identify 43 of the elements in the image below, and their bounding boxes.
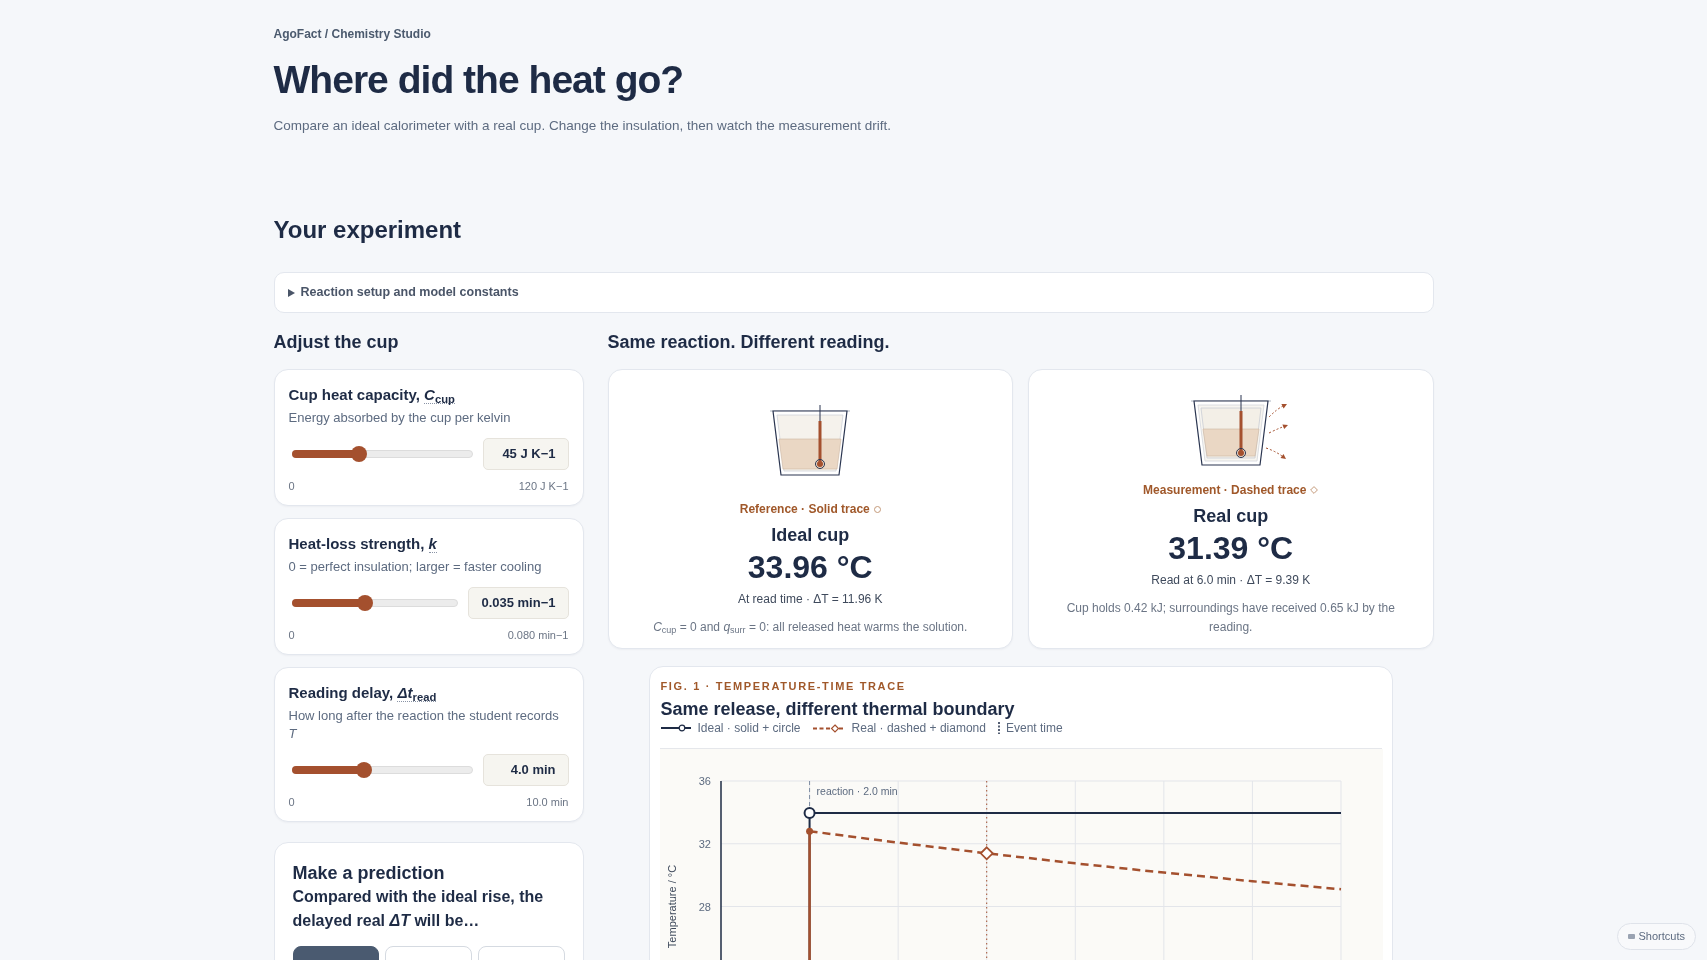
- y-tick-label: 36: [698, 775, 711, 787]
- reading-note: C$_{cup}$ = 0 and q$_{surr}$ = 0: all released heat warms the solution.: [653, 619, 968, 637]
- range-max-label: 0.080 min−1: [507, 628, 569, 642]
- control-title: Cup heat capacity, C$_{cup}$: [288, 385, 456, 405]
- reading-note: Cup holds 0.42 kJ; surroundings have received 0.65 kJ by the reading.: [1065, 600, 1396, 636]
- y-tick-label: 32: [698, 837, 711, 850]
- page-subtitle: Compare an ideal calorimeter with a real cup. Change the insulation, then watch the measurement drift.: [273, 117, 893, 135]
- trace-tag: Measurement · Dashed trace: [1143, 482, 1307, 498]
- control-title: Heat-loss strength, k: [288, 534, 438, 554]
- cup-title: Ideal cup: [771, 524, 850, 546]
- range-min-label: 0: [288, 795, 295, 809]
- page-title: Where did the heat go?: [273, 58, 685, 102]
- prediction-question: Compared with the ideal rise, the delayed real ΔT will be…: [292, 887, 545, 931]
- range-max-label: 120 J K−1: [518, 479, 569, 493]
- value-readout: 0.035 min−1: [468, 587, 569, 619]
- control-title: Reading delay, Δt$_{read}$: [288, 683, 438, 703]
- y-axis-label: Temperature / °C: [665, 864, 678, 949]
- section-title: Your experiment: [273, 215, 463, 245]
- reading-detail: At read time · ΔT = 11.96 K: [737, 591, 883, 607]
- control-description: 0 = perfect insulation; larger = faster cooling: [288, 558, 543, 576]
- legend-label: Event time: [1005, 720, 1063, 736]
- y-tick-label: 28: [698, 900, 711, 913]
- reading-detail: Read at 6.0 min · ΔT = 9.39 K: [1151, 572, 1311, 588]
- range-min-label: 0: [288, 479, 295, 493]
- legend-label: Ideal · solid + circle: [697, 720, 801, 736]
- figure-title: Same release, different thermal boundary: [660, 698, 1016, 720]
- figure-caption: FIG. 1 · TEMPERATURE-TIME TRACE: [660, 679, 907, 693]
- prediction-title: Make a prediction: [292, 862, 446, 885]
- legend-label: Real · dashed + diamond: [851, 720, 986, 736]
- readings-heading: Same reaction. Different reading.: [607, 331, 891, 354]
- cup-title: Real cup: [1193, 505, 1269, 527]
- control-description: How long after the reaction the student records T: [288, 707, 560, 743]
- range-min-label: 0: [288, 628, 295, 642]
- controls-heading: Adjust the cup: [273, 331, 400, 354]
- range-max-label: 10.0 min: [526, 795, 569, 809]
- temperature-reading: 33.96 °C: [747, 549, 873, 585]
- trace-tag: Reference · Solid trace: [739, 501, 870, 517]
- temperature-reading: 31.39 °C: [1168, 530, 1294, 566]
- value-readout: 45 J K−1: [482, 438, 569, 470]
- breadcrumb: AgoFact / Chemistry Studio: [273, 26, 432, 42]
- event-label: reaction · 2.0 min: [816, 785, 898, 797]
- control-description: Energy absorbed by the cup per kelvin: [288, 409, 512, 427]
- value-readout: 4.0 min: [482, 754, 569, 786]
